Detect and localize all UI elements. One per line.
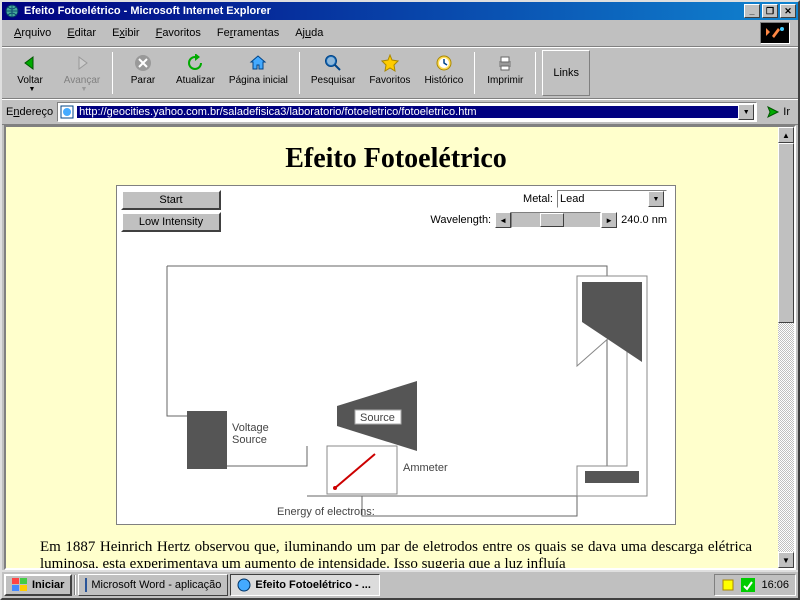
content-viewport: Efeito Fotoelétrico Start Low Intensity …	[4, 125, 796, 570]
refresh-icon	[185, 53, 205, 73]
home-icon	[248, 53, 268, 73]
maximize-button[interactable]: ❐	[762, 4, 778, 18]
vertical-scrollbar[interactable]: ▲ ▼	[778, 127, 794, 568]
star-icon	[380, 53, 400, 73]
ie-icon	[4, 3, 20, 19]
menu-arquivo[interactable]: Arquivo	[6, 25, 59, 41]
history-button[interactable]: Histórico	[417, 50, 470, 96]
home-button[interactable]: Página inicial	[222, 50, 295, 96]
scroll-thumb[interactable]	[778, 143, 794, 323]
address-label: Endereço	[6, 106, 53, 118]
tray-icon-2	[741, 578, 755, 592]
windows-icon	[12, 578, 28, 592]
forward-icon	[72, 53, 92, 73]
system-tray[interactable]: 16:06	[714, 574, 796, 596]
back-icon	[20, 53, 40, 73]
circuit-diagram: Voltage Source Source Ammeter	[117, 236, 677, 526]
page-icon	[60, 105, 74, 119]
stop-icon	[133, 53, 153, 73]
menu-ajuda[interactable]: Ajuda	[287, 25, 331, 41]
task-word[interactable]: W Microsoft Word - aplicação	[78, 574, 228, 596]
menu-editar[interactable]: Editar	[59, 25, 104, 41]
intensity-button[interactable]: Low Intensity	[121, 212, 221, 232]
taskbar: Iniciar W Microsoft Word - aplicação Efe…	[2, 570, 798, 598]
links-panel[interactable]: Links	[542, 50, 590, 96]
body-paragraph: Em 1887 Heinrich Hertz observou que, ilu…	[18, 535, 774, 570]
minimize-button[interactable]: _	[744, 4, 760, 18]
start-button[interactable]: Start	[121, 190, 221, 210]
address-dropdown[interactable]: ▼	[738, 104, 754, 120]
toolbar: Voltar ▼ Avançar ▼ Parar Atualizar Págin…	[2, 47, 798, 99]
svg-text:Ammeter: Ammeter	[403, 462, 448, 474]
tray-icon-1	[721, 578, 735, 592]
address-input[interactable]: http://geocities.yahoo.com.br/saladefisi…	[57, 102, 757, 122]
ie-task-icon	[237, 578, 251, 592]
slider-right[interactable]: ►	[601, 212, 617, 228]
chevron-down-icon: ▼	[648, 191, 664, 207]
menubar: Arquivo Editar Exibir Favoritos Ferramen…	[2, 20, 798, 47]
close-button[interactable]: ✕	[780, 4, 796, 18]
search-icon	[323, 53, 343, 73]
print-button[interactable]: Imprimir	[479, 50, 531, 96]
scroll-down[interactable]: ▼	[778, 552, 794, 568]
page-title: Efeito Fotoelétrico	[18, 143, 774, 175]
wavelength-value: 240.0 nm	[621, 214, 667, 226]
forward-button[interactable]: Avançar ▼	[56, 50, 108, 96]
task-ie[interactable]: Efeito Fotoelétrico - ...	[230, 574, 380, 596]
favorites-button[interactable]: Favoritos	[362, 50, 417, 96]
energy-label: Energy of electrons:	[277, 506, 375, 518]
search-button[interactable]: Pesquisar	[304, 50, 362, 96]
go-icon	[765, 104, 781, 120]
clock: 16:06	[761, 579, 789, 591]
throbber-icon	[760, 22, 790, 44]
address-bar: Endereço http://geocities.yahoo.com.br/s…	[2, 99, 798, 125]
metal-select[interactable]: Lead ▼	[557, 190, 667, 208]
start-menu-button[interactable]: Iniciar	[4, 574, 72, 596]
svg-text:Source: Source	[232, 434, 267, 446]
scroll-up[interactable]: ▲	[778, 127, 794, 143]
menu-exibir[interactable]: Exibir	[104, 25, 148, 41]
wavelength-slider[interactable]: ◄ ►	[495, 212, 617, 228]
wavelength-label: Wavelength:	[430, 214, 491, 226]
metal-label: Metal:	[523, 193, 553, 205]
refresh-button[interactable]: Atualizar	[169, 50, 222, 96]
photoelectric-applet: Start Low Intensity Metal: Lead ▼ Wavele…	[116, 185, 676, 525]
svg-text:Voltage: Voltage	[232, 422, 269, 434]
menu-ferramentas[interactable]: Ferramentas	[209, 25, 287, 41]
slider-thumb[interactable]	[540, 213, 564, 227]
window-title: Efeito Fotoelétrico - Microsoft Internet…	[24, 5, 744, 17]
titlebar: Efeito Fotoelétrico - Microsoft Internet…	[2, 2, 798, 20]
back-button[interactable]: Voltar ▼	[4, 50, 56, 96]
history-icon	[434, 53, 454, 73]
menu-favoritos[interactable]: Favoritos	[148, 25, 209, 41]
source-label: Source	[360, 412, 395, 424]
word-icon: W	[85, 578, 87, 592]
go-button[interactable]: Ir	[761, 102, 794, 122]
slider-left[interactable]: ◄	[495, 212, 511, 228]
print-icon	[495, 53, 515, 73]
stop-button[interactable]: Parar	[117, 50, 169, 96]
app-window: Efeito Fotoelétrico - Microsoft Internet…	[0, 0, 800, 600]
